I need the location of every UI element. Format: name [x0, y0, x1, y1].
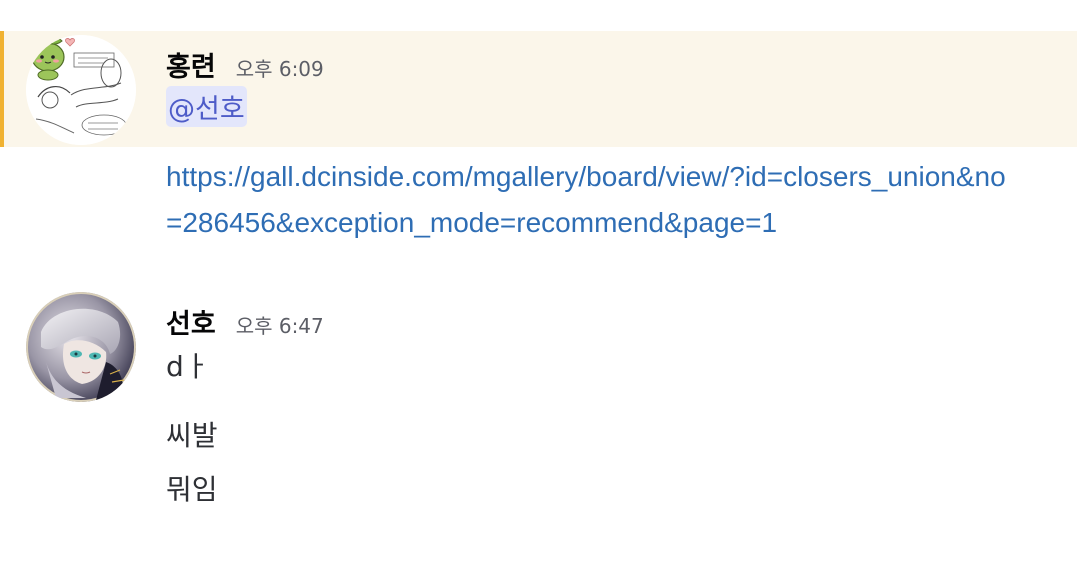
message-link[interactable]: https://gall.dcinside.com/mgallery/board… [166, 154, 1006, 246]
message-header: 선호 오후 6:47 [166, 302, 324, 341]
message-text: 씨발 [166, 419, 218, 452]
message-header: 홍련 오후 6:09 [166, 45, 324, 84]
message-group: 홍련 오후 6:09 @선호 https://gall.dcinside.com… [0, 31, 1077, 238]
username[interactable]: 홍련 [166, 45, 216, 84]
chibi-sprout-avatar-icon [26, 35, 136, 145]
username[interactable]: 선호 [166, 302, 216, 341]
message-text: 뭐임 [166, 473, 218, 506]
mention-highlight: 홍련 오후 6:09 @선호 [0, 31, 1077, 147]
chat-message-list: 홍련 오후 6:09 @선호 https://gall.dcinside.com… [0, 0, 1077, 576]
anime-character-avatar-icon [26, 292, 136, 402]
timestamp[interactable]: 오후 6:47 [236, 310, 324, 339]
mention-highlight-bar [0, 31, 4, 147]
avatar[interactable] [26, 35, 136, 145]
user-mention[interactable]: @선호 [166, 86, 247, 127]
timestamp[interactable]: 오후 6:09 [236, 53, 324, 82]
message-text: dㅏ [166, 350, 210, 383]
avatar[interactable] [26, 292, 136, 402]
